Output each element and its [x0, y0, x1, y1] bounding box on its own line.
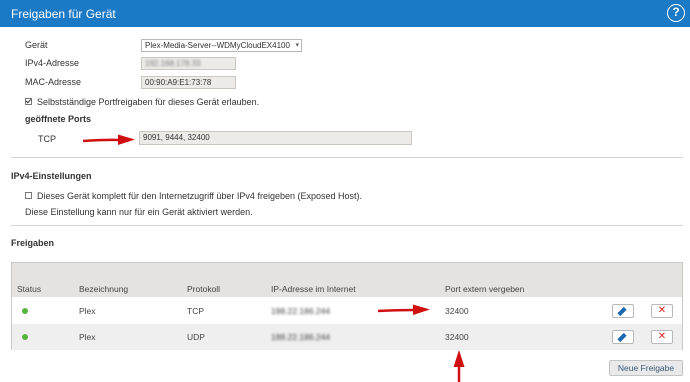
arrow-right-icon [82, 134, 135, 145]
column-header-status: Status [17, 284, 42, 294]
edit-button[interactable] [612, 330, 634, 344]
edit-button[interactable] [612, 304, 634, 318]
title-bar: Freigaben für Gerät ? [0, 0, 690, 27]
status-ok-icon [22, 334, 28, 340]
column-header-protokoll: Protokoll [187, 284, 221, 294]
row-name: Plex [79, 306, 96, 316]
row-port: 32400 [445, 306, 469, 316]
pencil-icon [617, 332, 627, 343]
device-select[interactable]: Plex-Media-Server--WDMyCloudEX4100 ▾ [141, 39, 302, 52]
ipv4-field: 192.168.178.33 [141, 57, 236, 70]
row-port: 32400 [445, 332, 469, 342]
page-title: Freigaben für Gerät [11, 7, 116, 21]
arrow-up-icon [453, 350, 465, 382]
mac-label: MAC-Adresse [25, 77, 82, 87]
delete-button[interactable]: ✕ [651, 304, 673, 318]
geraet-label: Gerät [25, 40, 48, 50]
divider [11, 225, 683, 226]
divider [11, 157, 683, 158]
tcp-label: TCP [38, 134, 56, 144]
pencil-icon [617, 306, 627, 317]
delete-button[interactable]: ✕ [651, 330, 673, 344]
ipv4-value: 192.168.178.33 [145, 59, 201, 68]
column-header-port: Port extern vergeben [445, 284, 525, 294]
row-name: Plex [79, 332, 96, 342]
row-ip: 188.22.186.244 [271, 332, 331, 342]
tcp-ports-field: 9091, 9444, 32400 [139, 131, 412, 145]
column-header-ip: IP-Adresse im Internet [271, 284, 356, 294]
ipv4-settings-heading: IPv4-Einstellungen [11, 171, 92, 181]
row-protocol: TCP [187, 306, 204, 316]
freigaben-heading: Freigaben [11, 238, 55, 248]
exposed-host-note: Diese Einstellung kann nur für ein Gerät… [25, 207, 253, 217]
exposed-host-label: Dieses Gerät komplett für den Internetzu… [37, 191, 362, 201]
status-ok-icon [22, 308, 28, 314]
new-freigabe-button[interactable]: Neue Freigabe [609, 360, 683, 376]
row-ip: 188.22.186.244 [271, 306, 331, 316]
chevron-down-icon: ▾ [295, 42, 299, 49]
mac-value: 00:90:A9:E1:73:78 [145, 78, 212, 87]
allow-portfreigaben-checkbox[interactable] [25, 98, 32, 105]
table-header: Status Bezeichnung Protokoll IP-Adresse … [12, 263, 682, 297]
row-protocol: UDP [187, 332, 205, 342]
close-icon: ✕ [657, 305, 667, 316]
close-icon: ✕ [657, 331, 667, 342]
open-ports-heading: geöffnete Ports [25, 114, 92, 124]
tcp-ports-value: 9091, 9444, 32400 [143, 133, 210, 142]
ipv4-label: IPv4-Adresse [25, 58, 80, 68]
allow-portfreigaben-label: Selbstständige Portfreigaben für dieses … [37, 97, 260, 107]
mac-field: 00:90:A9:E1:73:78 [141, 76, 236, 89]
table-row: Plex TCP 188.22.186.244 32400 ✕ [12, 298, 682, 324]
freigaben-table: Status Bezeichnung Protokoll IP-Adresse … [11, 262, 683, 350]
table-row: Plex UDP 188.22.186.244 32400 ✕ [12, 324, 682, 350]
column-header-bezeichnung: Bezeichnung [79, 284, 129, 294]
device-select-value: Plex-Media-Server--WDMyCloudEX4100 [145, 41, 290, 50]
help-icon[interactable]: ? [667, 4, 685, 22]
exposed-host-checkbox[interactable] [25, 192, 32, 199]
